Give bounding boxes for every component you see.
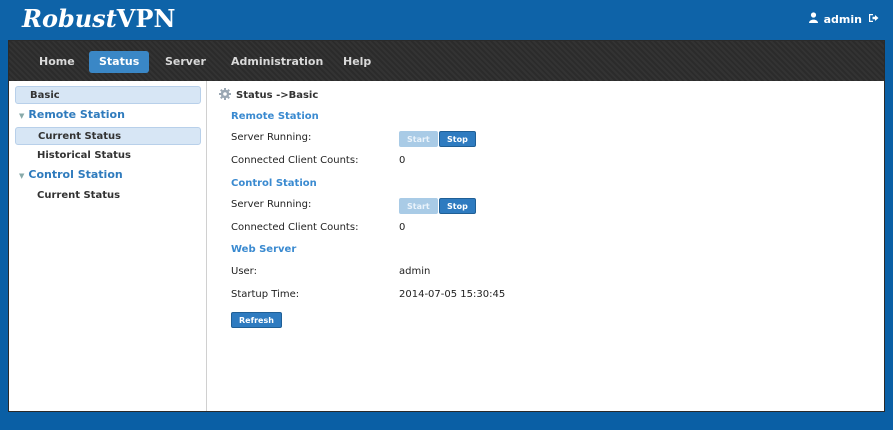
sidebar: Basic ▼ Remote Station Current Status His… [9,81,207,411]
nav-help[interactable]: Help [333,51,381,73]
remote-client-counts-value: 0 [399,155,406,166]
remote-start-button[interactable]: Start [399,131,438,147]
remote-stop-button[interactable]: Stop [439,131,476,147]
main-panel: Home Status Server Administration Help B… [8,40,885,412]
sidebar-group-label: Remote Station [28,108,125,121]
sidebar-item-remote-historical-status[interactable]: Historical Status [15,147,201,165]
web-user-value: admin [399,266,431,277]
web-user-label: User: [231,266,257,277]
nav-bar: Home Status Server Administration Help [9,41,884,81]
user-icon [808,12,818,26]
control-server-running-label: Server Running: [231,199,312,210]
control-client-counts-value: 0 [399,222,406,233]
nav-status[interactable]: Status [89,51,150,73]
web-startup-value: 2014-07-05 15:30:45 [399,289,506,300]
control-stop-button[interactable]: Stop [439,198,476,214]
logo-rest: VPN [116,4,176,33]
control-start-button[interactable]: Start [399,198,438,214]
nav-administration[interactable]: Administration [221,51,333,73]
nav-server[interactable]: Server [155,51,216,73]
control-client-counts-label: Connected Client Counts: [231,222,359,233]
collapse-triangle-icon: ▼ [19,172,25,180]
logout-icon[interactable] [868,13,879,26]
footer-bar [0,412,893,430]
sidebar-item-basic[interactable]: Basic [15,86,201,104]
user-name: admin [823,12,862,26]
content-area: Status ->Basic Remote Station Server Run… [209,81,883,411]
app-logo: RobustVPN [22,4,175,33]
breadcrumb-text: Status ->Basic [236,90,319,101]
web-server-heading: Web Server [231,244,297,255]
gear-icon [219,88,231,103]
remote-client-counts-label: Connected Client Counts: [231,155,359,166]
sidebar-item-control-current-status[interactable]: Current Status [15,187,201,205]
sidebar-group-remote-station[interactable]: ▼ Remote Station [15,106,201,124]
sidebar-group-control-station[interactable]: ▼ Control Station [15,166,201,184]
logo-italic: Robust [22,4,117,33]
web-startup-label: Startup Time: [231,289,300,300]
control-station-heading: Control Station [231,178,317,189]
remote-server-running-label: Server Running: [231,132,312,143]
collapse-triangle-icon: ▼ [19,112,25,120]
user-menu[interactable]: admin [808,12,879,26]
remote-station-heading: Remote Station [231,111,319,122]
refresh-button[interactable]: Refresh [231,312,282,328]
breadcrumb: Status ->Basic [219,88,318,103]
sidebar-item-remote-current-status[interactable]: Current Status [15,127,201,145]
top-bar: RobustVPN admin [0,0,893,40]
nav-home[interactable]: Home [29,51,85,73]
sidebar-group-label: Control Station [28,168,123,181]
